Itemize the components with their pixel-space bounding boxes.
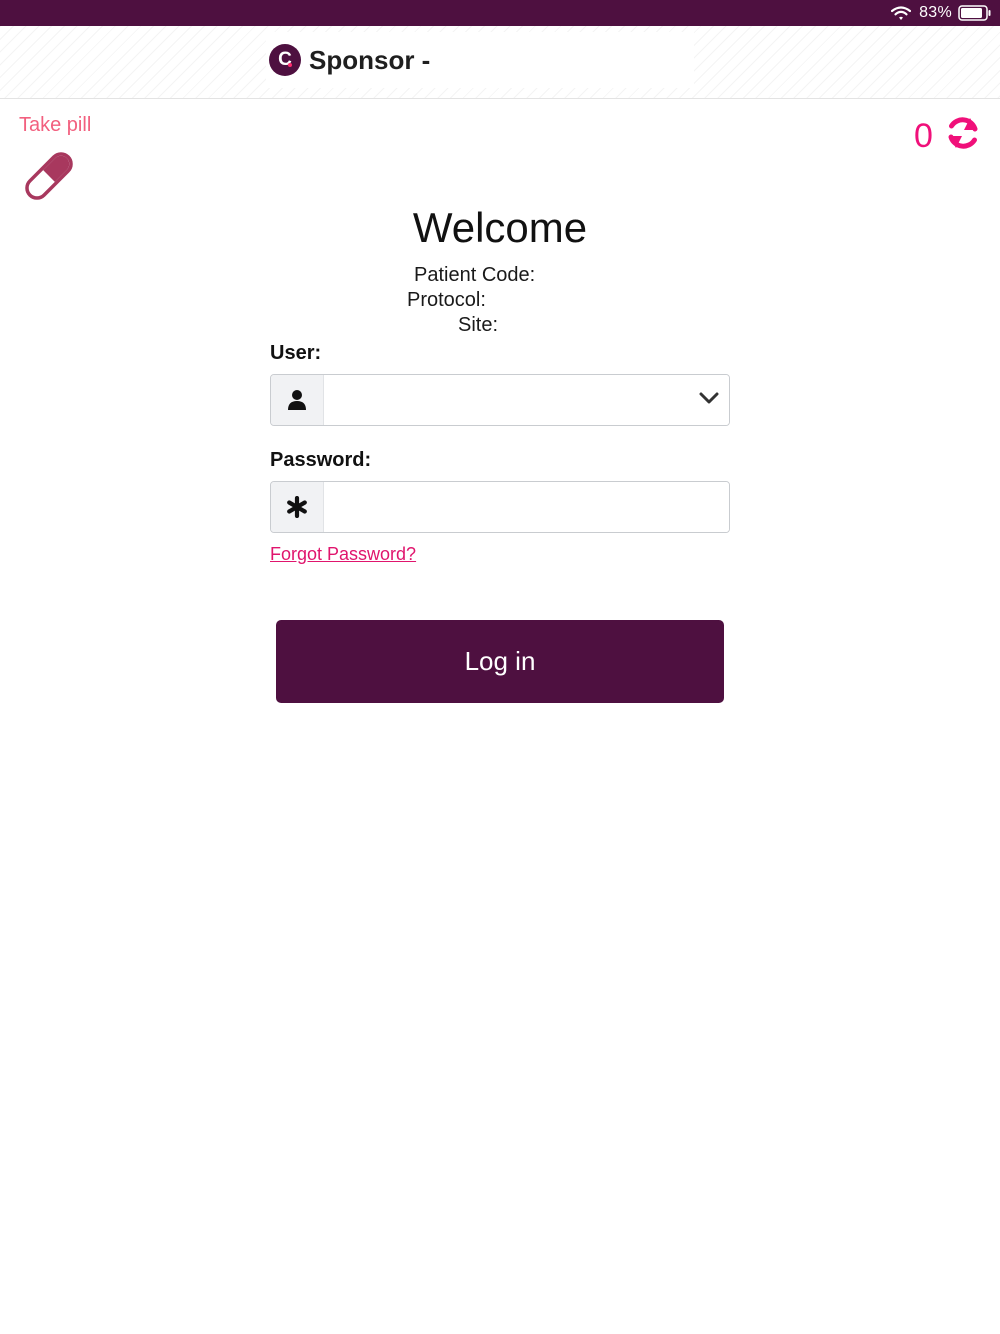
protocol-label: Protocol: [407, 289, 486, 311]
password-input[interactable] [324, 482, 729, 532]
user-select[interactable] [324, 375, 729, 425]
password-label: Password: [270, 449, 372, 471]
status-bar: 83% [0, 0, 1000, 26]
user-label: User: [270, 342, 322, 364]
logo-icon: C [269, 44, 301, 76]
user-icon [288, 390, 306, 410]
app-header: C Sponsor - [0, 26, 1000, 99]
battery-icon [958, 5, 991, 21]
site-label: Site: [458, 314, 499, 336]
welcome-title: Welcome [412, 204, 588, 251]
battery-percentage: 83% [919, 4, 952, 21]
asterisk-icon [287, 496, 307, 518]
password-field[interactable] [270, 481, 730, 533]
password-addon [271, 482, 324, 532]
patient-code-label: Patient Code: [414, 264, 536, 286]
pill-icon[interactable] [18, 145, 80, 207]
chevron-down-icon[interactable] [699, 391, 719, 405]
sync-count: 0 [914, 117, 933, 155]
sponsor-title: Sponsor - [309, 44, 431, 75]
wifi-icon [891, 5, 912, 20]
user-field[interactable] [270, 374, 730, 426]
user-addon [271, 375, 324, 425]
take-pill-label[interactable]: Take pill [19, 114, 91, 137]
status-indicators: 83% [891, 4, 992, 22]
forgot-password-link[interactable]: Forgot Password? [270, 544, 416, 565]
header-brand: C Sponsor - [266, 32, 694, 88]
login-button[interactable]: Log in [276, 620, 724, 703]
sync-icon[interactable] [944, 114, 982, 152]
